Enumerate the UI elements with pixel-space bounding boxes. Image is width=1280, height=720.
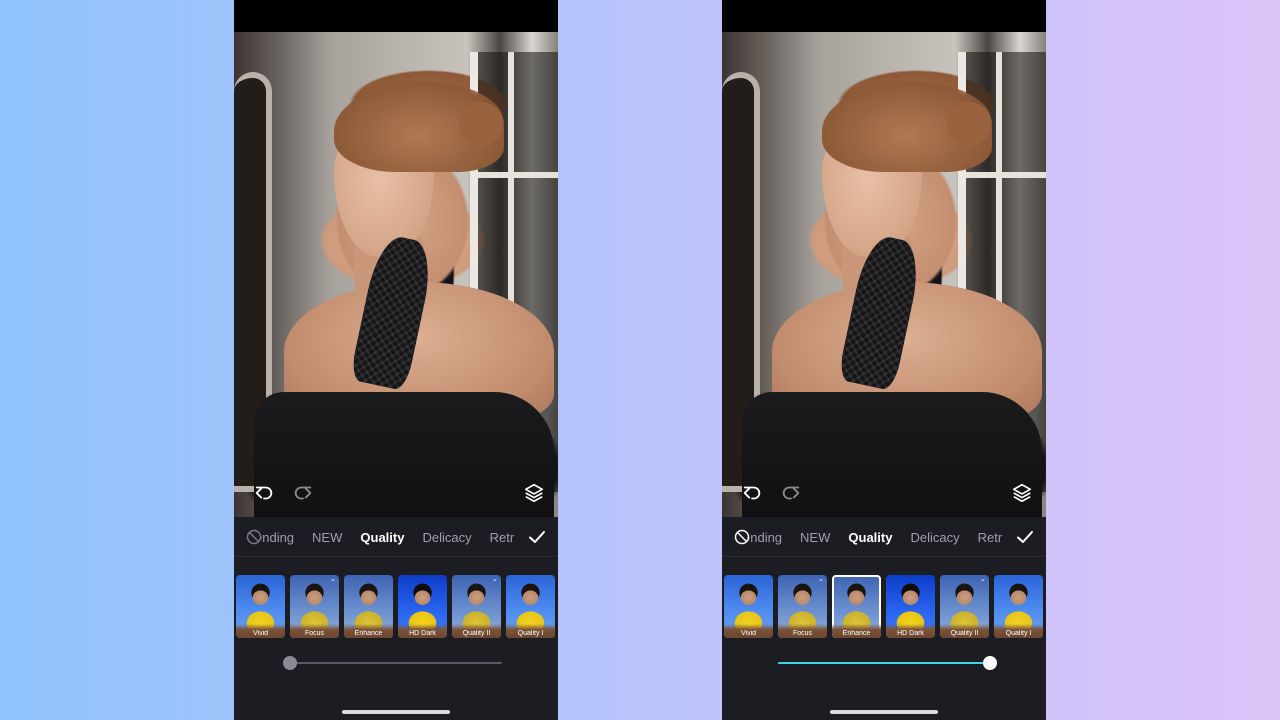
filter-thumb-quality-i[interactable]: Quality I (994, 575, 1043, 638)
layers-icon[interactable] (1010, 481, 1034, 505)
canvas-tools (722, 481, 1046, 503)
tab-new[interactable]: NEW (312, 530, 342, 545)
filter-thumb-quality-ii[interactable]: ⌄ Quality II (940, 575, 989, 638)
tab-quality[interactable]: Quality (848, 530, 892, 545)
undo-icon[interactable] (252, 481, 276, 505)
intensity-slider[interactable] (778, 656, 997, 670)
slider-knob[interactable] (283, 656, 297, 670)
canvas-tools (234, 481, 558, 503)
portrait-hair-bun (459, 102, 503, 146)
filter-category-bar: ending NEW Quality Delicacy Retr (722, 517, 1046, 557)
filter-label: Quality I (517, 630, 544, 637)
filter-label: Focus (792, 630, 813, 637)
filter-label: Enhance (354, 630, 383, 637)
filter-label: Vivid (252, 630, 269, 637)
tab-delicacy[interactable]: Delicacy (422, 530, 471, 545)
filter-thumbnail-row: Vivid ⌄ Focus Enhance HD Dark ⌄ Quality II… (724, 575, 1044, 638)
filter-thumb-enhance[interactable]: Enhance (344, 575, 393, 638)
tab-trending[interactable]: ending (261, 530, 294, 545)
tab-quality[interactable]: Quality (360, 530, 404, 545)
filter-thumbnail-row: Vivid ⌄ Focus Enhance HD Dark ⌄ Quality II… (236, 575, 556, 638)
filter-thumb-hd-dark[interactable]: HD Dark (886, 575, 935, 638)
layers-icon[interactable] (522, 481, 546, 505)
filter-label: Vivid (740, 630, 757, 637)
filter-label: Enhance (842, 630, 871, 637)
filter-label: HD Dark (409, 630, 436, 637)
phone-screen-after: ending NEW Quality Delicacy Retr Vivid ⌄… (722, 0, 1046, 720)
filter-label: Quality II (462, 630, 491, 637)
filter-label: HD Dark (897, 630, 924, 637)
slider-track (290, 662, 502, 664)
tab-new[interactable]: NEW (800, 530, 830, 545)
redo-icon[interactable] (291, 481, 315, 505)
phone-screen-before: ending NEW Quality Delicacy Retr Vivid ⌄… (234, 0, 558, 720)
filter-thumb-hd-dark[interactable]: HD Dark (398, 575, 447, 638)
slider-fill (778, 662, 990, 664)
filter-label: Quality I (1005, 630, 1032, 637)
tab-trending[interactable]: ending (749, 530, 782, 545)
home-indicator[interactable] (830, 710, 938, 714)
portrait-hair-bun (947, 102, 991, 146)
download-icon: ⌄ (980, 576, 986, 583)
slider-knob[interactable] (983, 656, 997, 670)
tab-retro[interactable]: Retr (978, 530, 1003, 545)
filter-thumb-enhance[interactable]: Enhance (832, 575, 881, 638)
intensity-slider[interactable] (283, 656, 502, 670)
no-filter-icon[interactable] (734, 529, 750, 545)
status-bar (234, 0, 558, 32)
filter-thumb-vivid[interactable]: Vivid (236, 575, 285, 638)
tab-retro[interactable]: Retr (490, 530, 515, 545)
download-icon: ⌄ (492, 576, 498, 583)
filter-label: Focus (304, 630, 325, 637)
filter-thumb-quality-i[interactable]: Quality I (506, 575, 555, 638)
redo-icon[interactable] (779, 481, 803, 505)
download-icon: ⌄ (818, 576, 824, 583)
undo-icon[interactable] (740, 481, 764, 505)
filter-category-bar: ending NEW Quality Delicacy Retr (234, 517, 558, 557)
download-icon: ⌄ (330, 576, 336, 583)
filter-thumb-focus[interactable]: ⌄ Focus (290, 575, 339, 638)
filter-thumb-focus[interactable]: ⌄ Focus (778, 575, 827, 638)
filter-label: Quality II (950, 630, 979, 637)
tab-delicacy[interactable]: Delicacy (910, 530, 959, 545)
filter-thumb-vivid[interactable]: Vivid (724, 575, 773, 638)
status-bar (722, 0, 1046, 32)
check-icon[interactable] (1015, 527, 1035, 547)
category-tabs: ending NEW Quality Delicacy Retr (261, 517, 515, 556)
filter-thumb-quality-ii[interactable]: ⌄ Quality II (452, 575, 501, 638)
photo-canvas[interactable] (234, 32, 558, 517)
photo-canvas[interactable] (722, 32, 1046, 517)
check-icon[interactable] (527, 527, 547, 547)
home-indicator[interactable] (342, 710, 450, 714)
category-tabs: ending NEW Quality Delicacy Retr (749, 517, 1003, 556)
no-filter-icon[interactable] (246, 529, 262, 545)
